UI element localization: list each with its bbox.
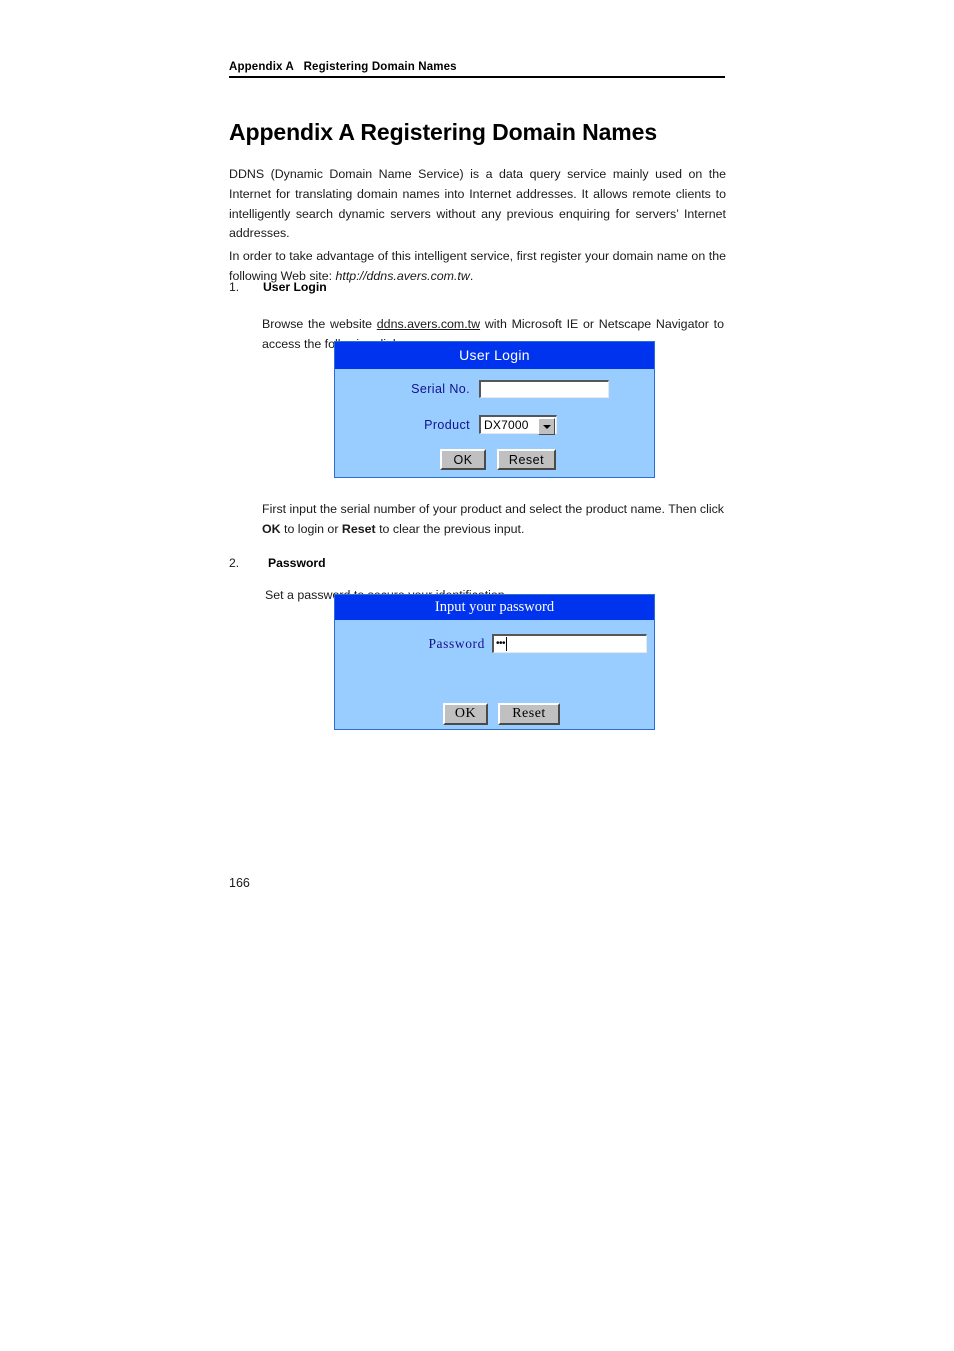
step-1-title: User Login [263, 280, 327, 294]
password-masked-value: ••• [496, 638, 506, 649]
user-login-button-row: OK Reset [440, 449, 556, 470]
product-label: Product [424, 417, 470, 432]
login-reset-button[interactable]: Reset [497, 449, 556, 470]
serial-no-field-row: Serial No. [398, 380, 609, 398]
product-field-row: Product DX7000 [398, 415, 557, 435]
chevron-down-icon[interactable] [538, 418, 555, 435]
input-password-dialog-titlebar: Input your password [335, 595, 654, 620]
product-select[interactable]: DX7000 [479, 415, 557, 435]
step-1-after-reset: Reset [341, 521, 376, 536]
step-1-after-mid: to login or [280, 521, 342, 536]
step-1-after-paragraph: First input the serial number of your pr… [262, 500, 724, 539]
step-2-title: Password [268, 556, 326, 570]
step-1-number: 1. [229, 280, 240, 294]
step-1-after-ok: OK [262, 521, 281, 536]
step-2-number: 2. [229, 556, 240, 570]
step-1-body-lead: Browse the website [262, 317, 377, 332]
password-label: Password [428, 635, 485, 651]
password-input[interactable]: ••• [492, 634, 647, 653]
intro-paragraph-2-lead: In order to take advantage of this intel… [229, 249, 726, 283]
running-header-rule [229, 76, 725, 78]
intro-paragraph-1: DDNS (Dynamic Domain Name Service) is a … [229, 167, 726, 241]
password-ok-button[interactable]: OK [443, 703, 488, 725]
step-1-after-lead: First input the serial number of your pr… [262, 502, 724, 517]
running-header: Appendix A Registering Domain Names [229, 60, 725, 78]
input-password-dialog: Input your password Password ••• OK Rese… [334, 594, 655, 730]
password-field-row: Password ••• [407, 634, 647, 653]
user-login-dialog-titlebar: User Login [335, 342, 654, 369]
user-login-dialog: User Login Serial No. Product DX7000 OK … [334, 341, 655, 478]
running-header-text: Appendix A Registering Domain Names [229, 61, 457, 73]
intro-paragraph-2-tail: . [469, 268, 474, 283]
product-select-value: DX7000 [484, 418, 529, 432]
serial-no-input[interactable] [479, 380, 609, 398]
ddns-website-url: http://ddns.avers.com.tw [335, 268, 470, 283]
step-1-after-tail: to clear the previous input. [375, 521, 525, 536]
login-ok-button[interactable]: OK [440, 449, 486, 470]
ddns-link[interactable]: ddns.avers.com.tw [377, 317, 480, 331]
password-button-row: OK Reset [443, 703, 560, 725]
serial-no-label: Serial No. [411, 382, 470, 396]
password-reset-button[interactable]: Reset [498, 703, 560, 725]
page-number: 166 [229, 876, 250, 890]
page-title: Appendix A Registering Domain Names [229, 119, 658, 146]
text-cursor-icon [506, 637, 508, 651]
